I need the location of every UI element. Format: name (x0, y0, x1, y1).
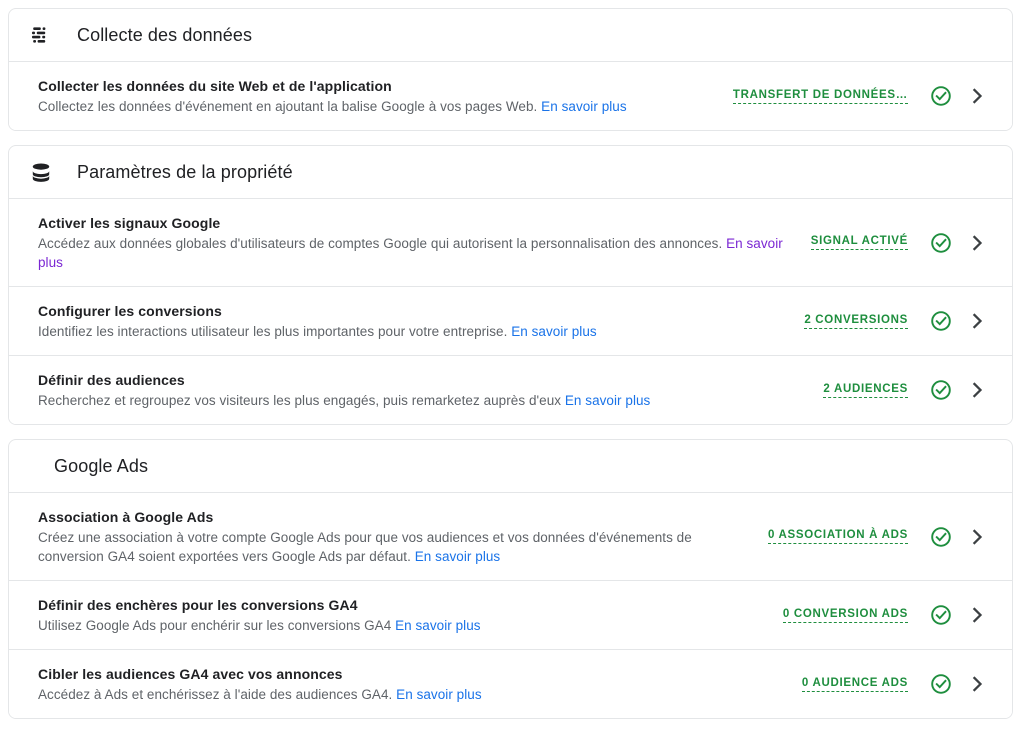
learn-more-link[interactable]: En savoir plus (565, 393, 651, 408)
card-google-ads: Google Ads Association à Google Ads Créez … (8, 439, 1013, 719)
row-description: Recherchez et regroupez vos visiteurs le… (38, 391, 807, 410)
row-description-text: Identifiez les interactions utilisateur … (38, 324, 508, 339)
card-title: Paramètres de la propriété (77, 162, 293, 182)
card-parametres-de-la-propriete: Paramètres de la propriété Activer les si… (8, 145, 1013, 425)
row-title: Définir des audiences (38, 372, 185, 388)
card-header-collecte-des-donnees: Collecte des données (9, 9, 1012, 62)
row-description: Collectez les données d'événement en ajo… (38, 97, 717, 116)
chevron-right-icon[interactable] (966, 604, 988, 626)
row-text: Définir des enchères pour les conversion… (38, 595, 783, 635)
check-circle-icon (930, 379, 952, 401)
row-status-cluster: 0 ASSOCIATION À ADS (767, 526, 988, 548)
check-circle-icon (930, 673, 952, 695)
row-status-cluster: TRANSFERT DE DONNÉES… (732, 85, 988, 107)
row-description-text: Accédez à Ads et enchérissez à l'aide de… (38, 687, 393, 702)
setup-row-collecter-donnees-site-web-application[interactable]: Collecter les données du site Web et de … (9, 62, 1012, 130)
learn-more-link[interactable]: En savoir plus (415, 549, 501, 564)
status-badge[interactable]: 0 AUDIENCE ADS (801, 677, 908, 692)
row-description: Accédez aux données globales d'utilisate… (38, 234, 795, 272)
setup-row-definir-encheres-conversions-ga4[interactable]: Définir des enchères pour les conversion… (9, 581, 1012, 650)
row-status-cluster: 2 CONVERSIONS (804, 310, 988, 332)
chevron-right-icon[interactable] (966, 310, 988, 332)
setup-row-association-a-google-ads[interactable]: Association à Google Ads Créez une associ… (9, 493, 1012, 581)
learn-more-link[interactable]: En savoir plus (395, 618, 481, 633)
row-status-cluster: 0 AUDIENCE ADS (801, 673, 988, 695)
check-circle-icon (930, 232, 952, 254)
chevron-right-icon[interactable] (966, 232, 988, 254)
row-title: Configurer les conversions (38, 303, 222, 319)
row-title: Association à Google Ads (38, 509, 214, 525)
row-text: Association à Google Ads Créez une associ… (38, 507, 768, 566)
chevron-right-icon[interactable] (966, 526, 988, 548)
status-badge[interactable]: 2 CONVERSIONS (804, 314, 908, 329)
row-description: Accédez à Ads et enchérissez à l'aide de… (38, 685, 786, 704)
row-description: Créez une association à votre compte Goo… (38, 528, 752, 566)
check-circle-icon (930, 85, 952, 107)
setup-row-definir-des-audiences[interactable]: Définir des audiences Recherchez et regro… (9, 356, 1012, 424)
row-description-text: Créez une association à votre compte Goo… (38, 530, 692, 564)
row-text: Activer les signaux Google Accédez aux do… (38, 213, 811, 272)
card-title: Collecte des données (77, 25, 253, 45)
row-status-cluster: SIGNAL ACTIVÉ (810, 232, 988, 254)
row-title: Activer les signaux Google (38, 215, 221, 231)
chevron-right-icon[interactable] (966, 673, 988, 695)
learn-more-link[interactable]: En savoir plus (511, 324, 597, 339)
row-text: Cibler les audiences GA4 avec vos annonc… (38, 664, 802, 704)
chevron-right-icon[interactable] (966, 85, 988, 107)
setup-row-activer-signaux-google[interactable]: Activer les signaux Google Accédez aux do… (9, 199, 1012, 287)
data-collection-icon (29, 23, 53, 47)
row-description-text: Utilisez Google Ads pour enchérir sur le… (38, 618, 392, 633)
learn-more-link[interactable]: En savoir plus (396, 687, 482, 702)
check-circle-icon (930, 526, 952, 548)
card-title: Google Ads (54, 456, 149, 476)
check-circle-icon (930, 310, 952, 332)
setup-row-cibler-audiences-ga4[interactable]: Cibler les audiences GA4 avec vos annonc… (9, 650, 1012, 718)
row-title: Collecter les données du site Web et de … (38, 78, 392, 94)
row-title: Définir des enchères pour les conversion… (38, 597, 358, 613)
row-description: Utilisez Google Ads pour enchérir sur le… (38, 616, 767, 635)
row-description-text: Accédez aux données globales d'utilisate… (38, 236, 723, 251)
database-icon (29, 160, 53, 184)
card-collecte-des-donnees: Collecte des données Collecter les donnée… (8, 8, 1013, 131)
status-badge[interactable]: TRANSFERT DE DONNÉES… (732, 89, 908, 104)
status-badge[interactable]: 0 ASSOCIATION À ADS (767, 529, 908, 544)
row-status-cluster: 2 AUDIENCES (823, 379, 988, 401)
row-description-text: Recherchez et regroupez vos visiteurs le… (38, 393, 562, 408)
row-description-text: Collectez les données d'événement en ajo… (38, 99, 538, 114)
setup-assistant-page: Collecte des données Collecter les donnée… (0, 0, 1021, 719)
row-description: Identifiez les interactions utilisateur … (38, 322, 788, 341)
row-text: Définir des audiences Recherchez et regro… (38, 370, 823, 410)
chevron-right-icon[interactable] (966, 379, 988, 401)
card-header-parametres-de-la-propriete: Paramètres de la propriété (9, 146, 1012, 199)
row-status-cluster: 0 CONVERSION ADS (782, 604, 988, 626)
status-badge[interactable]: SIGNAL ACTIVÉ (810, 235, 908, 250)
status-badge[interactable]: 0 CONVERSION ADS (782, 608, 908, 623)
row-title: Cibler les audiences GA4 avec vos annonc… (38, 666, 343, 682)
row-text: Collecter les données du site Web et de … (38, 76, 733, 116)
status-badge[interactable]: 2 AUDIENCES (823, 383, 908, 398)
setup-row-configurer-les-conversions[interactable]: Configurer les conversions Identifiez les… (9, 287, 1012, 356)
check-circle-icon (930, 604, 952, 626)
row-text: Configurer les conversions Identifiez les… (38, 301, 804, 341)
card-header-google-ads: Google Ads (9, 440, 1012, 493)
learn-more-link[interactable]: En savoir plus (541, 99, 627, 114)
